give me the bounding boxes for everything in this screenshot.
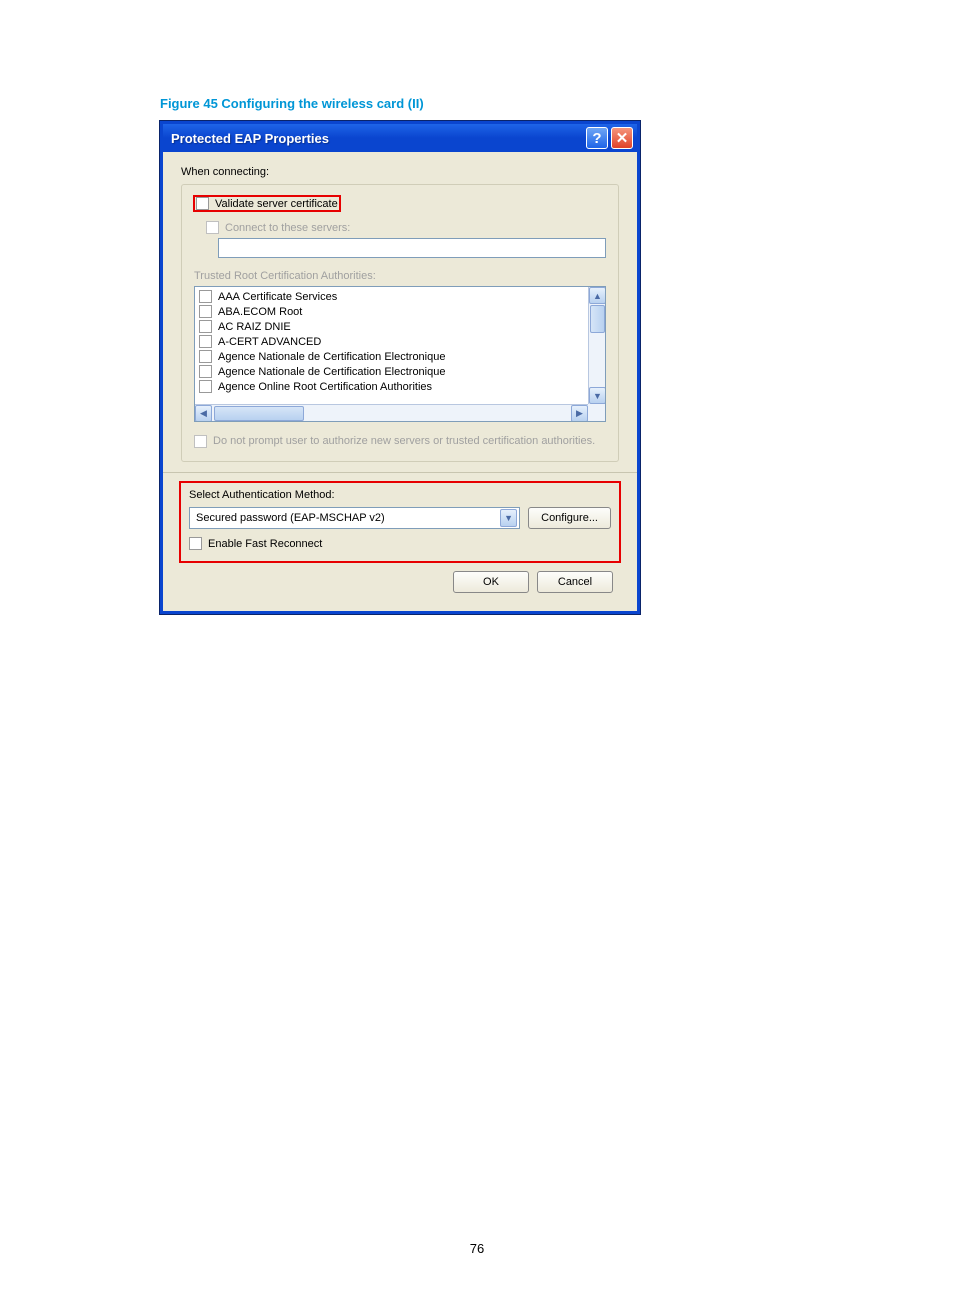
- authority-checkbox[interactable]: [199, 320, 212, 333]
- authority-checkbox[interactable]: [199, 335, 212, 348]
- list-item[interactable]: Agence Online Root Certification Authori…: [199, 379, 584, 394]
- vertical-scrollbar[interactable]: ▲ ▼: [588, 287, 605, 404]
- close-button[interactable]: ✕: [611, 127, 633, 149]
- select-auth-method-label: Select Authentication Method:: [189, 489, 611, 501]
- titlebar: Protected EAP Properties ? ✕: [163, 124, 637, 152]
- authority-label: Agence Nationale de Certification Electr…: [218, 351, 445, 363]
- ok-button[interactable]: OK: [453, 571, 529, 593]
- configure-button[interactable]: Configure...: [528, 507, 611, 529]
- auth-method-highlight: Select Authentication Method: Secured pa…: [181, 483, 619, 561]
- scroll-left-arrow[interactable]: ◀: [195, 405, 212, 422]
- authority-label: A-CERT ADVANCED: [218, 336, 321, 348]
- enable-fast-reconnect-label: Enable Fast Reconnect: [208, 538, 322, 550]
- authority-checkbox[interactable]: [199, 305, 212, 318]
- authority-checkbox[interactable]: [199, 380, 212, 393]
- list-item[interactable]: AAA Certificate Services: [199, 289, 584, 304]
- authority-label: AAA Certificate Services: [218, 291, 337, 303]
- divider: [163, 472, 637, 473]
- page-number: 76: [0, 1241, 954, 1256]
- enable-fast-reconnect-checkbox[interactable]: [189, 537, 202, 550]
- cancel-button[interactable]: Cancel: [537, 571, 613, 593]
- validate-server-certificate-label: Validate server certificate: [215, 198, 338, 210]
- scroll-right-arrow[interactable]: ▶: [571, 405, 588, 422]
- list-item[interactable]: Agence Nationale de Certification Electr…: [199, 364, 584, 379]
- validate-server-certificate-highlight: Validate server certificate: [194, 196, 340, 211]
- trusted-root-label: Trusted Root Certification Authorities:: [194, 270, 606, 282]
- connect-to-servers-label: Connect to these servers:: [225, 222, 350, 234]
- when-connecting-group: Validate server certificate Connect to t…: [181, 184, 619, 462]
- authority-label: Agence Nationale de Certification Electr…: [218, 366, 445, 378]
- servers-textfield[interactable]: [218, 238, 606, 258]
- authority-checkbox[interactable]: [199, 350, 212, 363]
- authority-checkbox[interactable]: [199, 290, 212, 303]
- figure-caption: Figure 45 Configuring the wireless card …: [160, 96, 794, 111]
- horizontal-scrollbar[interactable]: ◀ ▶: [195, 404, 588, 421]
- do-not-prompt-label: Do not prompt user to authorize new serv…: [213, 434, 595, 448]
- when-connecting-label: When connecting:: [181, 166, 619, 178]
- validate-server-certificate-checkbox[interactable]: [196, 197, 209, 210]
- list-item[interactable]: Agence Nationale de Certification Electr…: [199, 349, 584, 364]
- authorities-listbox[interactable]: AAA Certificate Services ABA.ECOM Root A…: [194, 286, 606, 422]
- auth-method-value: Secured password (EAP-MSCHAP v2): [196, 512, 385, 524]
- scroll-down-arrow[interactable]: ▼: [589, 387, 606, 404]
- help-button[interactable]: ?: [586, 127, 608, 149]
- authority-label: ABA.ECOM Root: [218, 306, 302, 318]
- list-item[interactable]: A-CERT ADVANCED: [199, 334, 584, 349]
- authority-label: AC RAIZ DNIE: [218, 321, 291, 333]
- dialog-title: Protected EAP Properties: [171, 131, 329, 146]
- connect-to-servers-checkbox[interactable]: [206, 221, 219, 234]
- authority-checkbox[interactable]: [199, 365, 212, 378]
- list-item[interactable]: AC RAIZ DNIE: [199, 319, 584, 334]
- scroll-corner: [588, 404, 605, 421]
- eap-properties-dialog: Protected EAP Properties ? ✕ When connec…: [160, 121, 640, 614]
- auth-method-combo[interactable]: Secured password (EAP-MSCHAP v2) ▼: [189, 507, 520, 529]
- scroll-up-arrow[interactable]: ▲: [589, 287, 606, 304]
- chevron-down-icon[interactable]: ▼: [500, 509, 517, 527]
- list-item[interactable]: ABA.ECOM Root: [199, 304, 584, 319]
- scroll-thumb[interactable]: [590, 305, 605, 333]
- do-not-prompt-checkbox[interactable]: [194, 435, 207, 448]
- scroll-thumb[interactable]: [214, 406, 304, 421]
- authority-label: Agence Online Root Certification Authori…: [218, 381, 432, 393]
- dialog-body: When connecting: Validate server certifi…: [163, 152, 637, 611]
